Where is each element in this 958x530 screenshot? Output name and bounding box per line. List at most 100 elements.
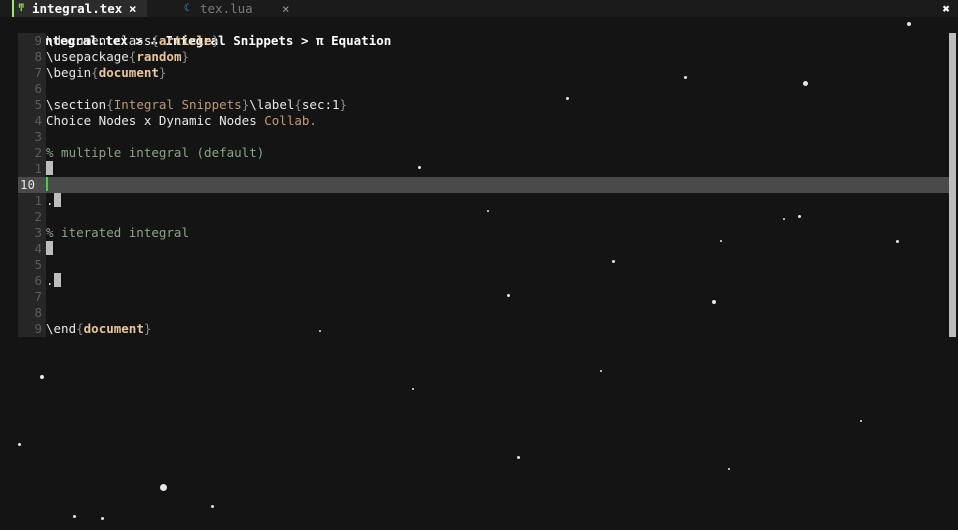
code-line[interactable]: 1: [18, 161, 950, 177]
line-number: 6: [18, 81, 46, 97]
tab-integral-tex[interactable]: ͳ integral.tex ×: [12, 0, 147, 17]
line-content: [46, 241, 53, 257]
code-token: .: [46, 273, 54, 288]
code-line[interactable]: 1.: [18, 193, 950, 209]
breadcrumb: ͳintegral.tex > ∴ Integral Snippets > π …: [0, 17, 391, 48]
code-line[interactable]: 2% multiple integral (default): [18, 145, 950, 161]
line-number: 5: [18, 97, 46, 113]
line-content: \end{document}: [46, 321, 151, 337]
code-line[interactable]: 8 \usepackage{random}: [18, 49, 950, 65]
code-token: .: [46, 193, 54, 208]
line-content: .: [46, 273, 61, 289]
code-token: }: [211, 33, 220, 48]
code-line[interactable]: 3% iterated integral: [18, 225, 950, 241]
line-content: % iterated integral: [46, 225, 189, 241]
line-number: 7: [18, 65, 46, 81]
line-content: \begin{document}: [46, 65, 166, 81]
line-content: \usepackage{random}: [46, 49, 189, 65]
current-line[interactable]: 10: [18, 177, 950, 193]
line-number: 2: [18, 209, 46, 225]
star: [412, 388, 414, 390]
code-token: Integral Snippets: [113, 97, 242, 112]
tab-tex-lua[interactable]: ☾ tex.lua ×: [180, 0, 300, 17]
line-number: 3: [18, 225, 46, 241]
placeholder-marker: [53, 273, 61, 287]
code-token: random: [136, 49, 182, 64]
code-line[interactable]: 4: [18, 241, 950, 257]
line-number: 8: [18, 49, 46, 65]
code-token: }: [181, 49, 190, 64]
code-line[interactable]: 4 Choice Nodes x Dynamic Nodes Collab.: [18, 113, 950, 129]
star: [860, 420, 862, 422]
code-line[interactable]: 7: [18, 289, 950, 305]
star: [211, 505, 214, 508]
lua-file-icon: ☾: [184, 3, 191, 14]
line-content: \documentclass{article}: [46, 33, 219, 49]
code-token: \documentclass: [46, 33, 152, 48]
code-token: document: [98, 65, 159, 80]
code-line[interactable]: 6: [18, 81, 950, 97]
tab-label: integral.tex: [32, 1, 123, 16]
line-number: 1: [18, 193, 46, 209]
tab-bar: ͳ integral.tex × ☾ tex.lua × ✖: [0, 0, 958, 17]
star: [600, 370, 602, 372]
code-token: {: [106, 97, 114, 112]
code-line[interactable]: 6.: [18, 273, 950, 289]
scrollbar[interactable]: [949, 33, 956, 337]
code-token: Collab.: [264, 113, 317, 128]
code-token: \end: [46, 321, 77, 336]
code-line[interactable]: 8: [18, 305, 950, 321]
star: [160, 484, 167, 491]
placeholder-marker: [53, 193, 61, 207]
line-number: 9: [18, 33, 46, 49]
code-token: {: [151, 33, 159, 48]
tex-file-icon: ͳ: [18, 3, 25, 14]
close-tab-icon[interactable]: ×: [282, 0, 290, 17]
star: [907, 22, 911, 26]
code-token: % iterated integral: [46, 225, 189, 240]
line-number: 2: [18, 145, 46, 161]
text-cursor: [46, 177, 48, 191]
line-content: .: [46, 193, 61, 209]
code-token: {: [76, 321, 84, 336]
code-line[interactable]: 5: [18, 257, 950, 273]
code-line[interactable]: 2: [18, 209, 950, 225]
code-token: Choice Nodes x Dynamic Nodes: [46, 113, 265, 128]
code-line[interactable]: 3: [18, 129, 950, 145]
code-editor[interactable]: 9 \documentclass{article} 8 \usepackage{ran…: [18, 33, 950, 337]
code-token: }: [158, 65, 167, 80]
star: [18, 443, 21, 446]
star: [40, 375, 44, 379]
code-token: }: [143, 321, 152, 336]
code-token: \section: [46, 97, 107, 112]
line-number: 10: [20, 177, 36, 192]
tab-label: tex.lua: [200, 1, 253, 16]
line-number: 8: [18, 305, 46, 321]
line-content: % multiple integral (default): [46, 145, 264, 161]
line-number: 5: [18, 257, 46, 273]
code-token: {: [91, 65, 99, 80]
line-content: \section{Integral Snippets}\label{sec:1}: [46, 97, 347, 113]
code-line[interactable]: 9 \documentclass{article}: [18, 33, 950, 49]
placeholder-marker: [46, 241, 53, 255]
star: [728, 468, 730, 470]
window-close-icon[interactable]: ✖: [942, 0, 950, 17]
line-number: 4: [18, 113, 46, 129]
code-line[interactable]: 5 \section{Integral Snippets}\label{sec:1…: [18, 97, 950, 113]
line-number: 9: [18, 321, 46, 337]
code-token: \begin: [46, 65, 92, 80]
star: [517, 456, 520, 459]
star: [73, 515, 76, 518]
line-content: [46, 177, 48, 193]
code-line[interactable]: 9 \end{document}: [18, 321, 950, 337]
line-number: 3: [18, 129, 46, 145]
code-token: }: [339, 97, 348, 112]
code-token: % multiple integral (default): [46, 145, 265, 160]
star: [101, 517, 104, 520]
code-token: sec:1: [301, 97, 340, 112]
code-line[interactable]: 7 \begin{document}: [18, 65, 950, 81]
line-number: 1: [18, 161, 46, 177]
code-token: \usepackage: [46, 49, 129, 64]
line-number: 7: [18, 289, 46, 305]
close-tab-icon[interactable]: ×: [129, 0, 137, 17]
